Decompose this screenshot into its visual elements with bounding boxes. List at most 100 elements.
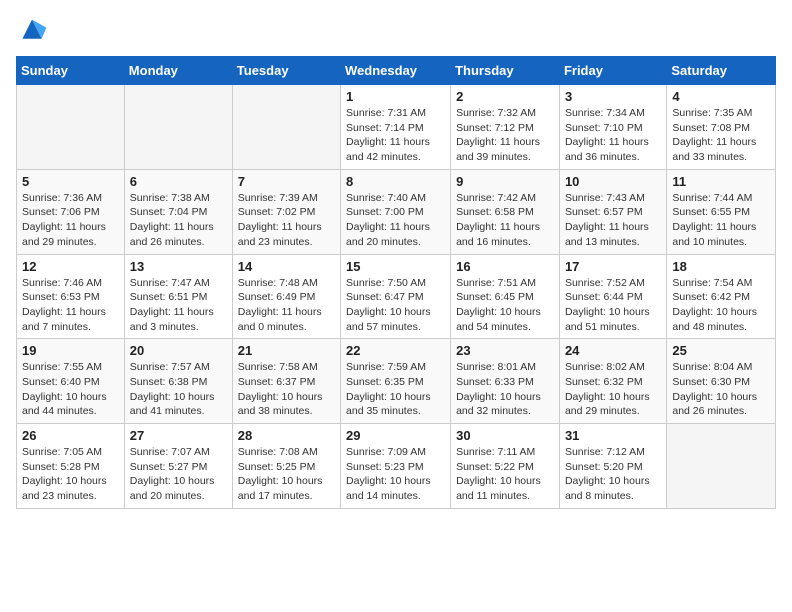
calendar-cell: 27 Sunrise: 7:07 AM Sunset: 5:27 PM Dayli… [124, 424, 232, 509]
day-number: 28 [238, 428, 335, 443]
calendar-cell: 14 Sunrise: 7:48 AM Sunset: 6:49 PM Dayli… [232, 254, 340, 339]
day-detail: Sunrise: 7:44 AM Sunset: 6:55 PM Dayligh… [672, 191, 770, 250]
weekday-header: Friday [559, 57, 666, 85]
day-number: 7 [238, 174, 335, 189]
calendar-week-row: 5 Sunrise: 7:36 AM Sunset: 7:06 PM Daylig… [17, 169, 776, 254]
day-detail: Sunrise: 7:32 AM Sunset: 7:12 PM Dayligh… [456, 106, 554, 165]
calendar-cell: 16 Sunrise: 7:51 AM Sunset: 6:45 PM Dayli… [451, 254, 560, 339]
calendar-week-row: 19 Sunrise: 7:55 AM Sunset: 6:40 PM Dayli… [17, 339, 776, 424]
day-detail: Sunrise: 7:58 AM Sunset: 6:37 PM Dayligh… [238, 360, 335, 419]
day-detail: Sunrise: 7:43 AM Sunset: 6:57 PM Dayligh… [565, 191, 661, 250]
calendar-cell: 2 Sunrise: 7:32 AM Sunset: 7:12 PM Daylig… [451, 85, 560, 170]
calendar-cell: 26Sunrise: 7:05 AM Sunset: 5:28 PM Dayli… [17, 424, 125, 509]
day-number: 16 [456, 259, 554, 274]
day-detail: Sunrise: 7:34 AM Sunset: 7:10 PM Dayligh… [565, 106, 661, 165]
day-detail: Sunrise: 7:11 AM Sunset: 5:22 PM Dayligh… [456, 445, 554, 504]
day-number: 27 [130, 428, 227, 443]
day-detail: Sunrise: 7:59 AM Sunset: 6:35 PM Dayligh… [346, 360, 445, 419]
weekday-header: Wednesday [341, 57, 451, 85]
day-number: 10 [565, 174, 661, 189]
calendar-cell: 15Sunrise: 7:50 AM Sunset: 6:47 PM Dayli… [341, 254, 451, 339]
weekday-header: Sunday [17, 57, 125, 85]
day-detail: Sunrise: 7:38 AM Sunset: 7:04 PM Dayligh… [130, 191, 227, 250]
page-header [16, 16, 776, 44]
calendar-cell: 19 Sunrise: 7:55 AM Sunset: 6:40 PM Dayli… [17, 339, 125, 424]
day-detail: Sunrise: 7:39 AM Sunset: 7:02 PM Dayligh… [238, 191, 335, 250]
calendar-cell: 7 Sunrise: 7:39 AM Sunset: 7:02 PM Daylig… [232, 169, 340, 254]
day-number: 22 [346, 343, 445, 358]
calendar-cell: 9 Sunrise: 7:42 AM Sunset: 6:58 PM Daylig… [451, 169, 560, 254]
calendar-cell [124, 85, 232, 170]
calendar-cell: 10 Sunrise: 7:43 AM Sunset: 6:57 PM Dayli… [559, 169, 666, 254]
calendar-cell: 28 Sunrise: 7:08 AM Sunset: 5:25 PM Dayli… [232, 424, 340, 509]
calendar-cell: 21 Sunrise: 7:58 AM Sunset: 6:37 PM Dayli… [232, 339, 340, 424]
calendar-cell: 25 Sunrise: 8:04 AM Sunset: 6:30 PM Dayli… [667, 339, 776, 424]
calendar-cell: 29Sunrise: 7:09 AM Sunset: 5:23 PM Dayli… [341, 424, 451, 509]
day-detail: Sunrise: 7:12 AM Sunset: 5:20 PM Dayligh… [565, 445, 661, 504]
calendar-cell: 17 Sunrise: 7:52 AM Sunset: 6:44 PM Dayli… [559, 254, 666, 339]
calendar-cell: 5 Sunrise: 7:36 AM Sunset: 7:06 PM Daylig… [17, 169, 125, 254]
day-number: 24 [565, 343, 661, 358]
day-detail: Sunrise: 7:31 AM Sunset: 7:14 PM Dayligh… [346, 106, 445, 165]
day-number: 5 [22, 174, 119, 189]
calendar-cell: 24 Sunrise: 8:02 AM Sunset: 6:32 PM Dayli… [559, 339, 666, 424]
day-number: 6 [130, 174, 227, 189]
calendar-cell: 3 Sunrise: 7:34 AM Sunset: 7:10 PM Daylig… [559, 85, 666, 170]
day-number: 8 [346, 174, 445, 189]
day-number: 26 [22, 428, 119, 443]
day-detail: Sunrise: 7:54 AM Sunset: 6:42 PM Dayligh… [672, 276, 770, 335]
day-detail: Sunrise: 8:04 AM Sunset: 6:30 PM Dayligh… [672, 360, 770, 419]
logo [16, 16, 52, 44]
day-detail: Sunrise: 7:08 AM Sunset: 5:25 PM Dayligh… [238, 445, 335, 504]
day-detail: Sunrise: 8:01 AM Sunset: 6:33 PM Dayligh… [456, 360, 554, 419]
day-detail: Sunrise: 8:02 AM Sunset: 6:32 PM Dayligh… [565, 360, 661, 419]
calendar-cell: 12Sunrise: 7:46 AM Sunset: 6:53 PM Dayli… [17, 254, 125, 339]
day-detail: Sunrise: 7:57 AM Sunset: 6:38 PM Dayligh… [130, 360, 227, 419]
day-number: 11 [672, 174, 770, 189]
day-detail: Sunrise: 7:55 AM Sunset: 6:40 PM Dayligh… [22, 360, 119, 419]
calendar: SundayMondayTuesdayWednesdayThursdayFrid… [16, 56, 776, 509]
day-detail: Sunrise: 7:46 AM Sunset: 6:53 PM Dayligh… [22, 276, 119, 335]
day-number: 18 [672, 259, 770, 274]
calendar-cell: 6 Sunrise: 7:38 AM Sunset: 7:04 PM Daylig… [124, 169, 232, 254]
day-number: 23 [456, 343, 554, 358]
day-detail: Sunrise: 7:40 AM Sunset: 7:00 PM Dayligh… [346, 191, 445, 250]
day-number: 3 [565, 89, 661, 104]
weekday-header: Saturday [667, 57, 776, 85]
calendar-cell: 13 Sunrise: 7:47 AM Sunset: 6:51 PM Dayli… [124, 254, 232, 339]
day-detail: Sunrise: 7:47 AM Sunset: 6:51 PM Dayligh… [130, 276, 227, 335]
day-number: 13 [130, 259, 227, 274]
day-number: 19 [22, 343, 119, 358]
day-number: 21 [238, 343, 335, 358]
calendar-cell: 23 Sunrise: 8:01 AM Sunset: 6:33 PM Dayli… [451, 339, 560, 424]
day-number: 17 [565, 259, 661, 274]
calendar-cell: 20 Sunrise: 7:57 AM Sunset: 6:38 PM Dayli… [124, 339, 232, 424]
day-number: 2 [456, 89, 554, 104]
calendar-cell: 18 Sunrise: 7:54 AM Sunset: 6:42 PM Dayli… [667, 254, 776, 339]
day-detail: Sunrise: 7:07 AM Sunset: 5:27 PM Dayligh… [130, 445, 227, 504]
day-number: 1 [346, 89, 445, 104]
day-detail: Sunrise: 7:50 AM Sunset: 6:47 PM Dayligh… [346, 276, 445, 335]
day-number: 31 [565, 428, 661, 443]
day-number: 25 [672, 343, 770, 358]
calendar-header-row: SundayMondayTuesdayWednesdayThursdayFrid… [17, 57, 776, 85]
day-number: 9 [456, 174, 554, 189]
day-detail: Sunrise: 7:48 AM Sunset: 6:49 PM Dayligh… [238, 276, 335, 335]
calendar-week-row: 12Sunrise: 7:46 AM Sunset: 6:53 PM Dayli… [17, 254, 776, 339]
day-number: 20 [130, 343, 227, 358]
calendar-cell: 4Sunrise: 7:35 AM Sunset: 7:08 PM Daylig… [667, 85, 776, 170]
day-detail: Sunrise: 7:36 AM Sunset: 7:06 PM Dayligh… [22, 191, 119, 250]
calendar-week-row: 26Sunrise: 7:05 AM Sunset: 5:28 PM Dayli… [17, 424, 776, 509]
day-number: 14 [238, 259, 335, 274]
calendar-week-row: 1 Sunrise: 7:31 AM Sunset: 7:14 PM Daylig… [17, 85, 776, 170]
day-detail: Sunrise: 7:52 AM Sunset: 6:44 PM Dayligh… [565, 276, 661, 335]
day-detail: Sunrise: 7:42 AM Sunset: 6:58 PM Dayligh… [456, 191, 554, 250]
calendar-cell: 8 Sunrise: 7:40 AM Sunset: 7:00 PM Daylig… [341, 169, 451, 254]
day-detail: Sunrise: 7:51 AM Sunset: 6:45 PM Dayligh… [456, 276, 554, 335]
weekday-header: Tuesday [232, 57, 340, 85]
calendar-cell: 11 Sunrise: 7:44 AM Sunset: 6:55 PM Dayli… [667, 169, 776, 254]
calendar-cell [667, 424, 776, 509]
weekday-header: Monday [124, 57, 232, 85]
calendar-cell: 31 Sunrise: 7:12 AM Sunset: 5:20 PM Dayli… [559, 424, 666, 509]
calendar-cell [17, 85, 125, 170]
